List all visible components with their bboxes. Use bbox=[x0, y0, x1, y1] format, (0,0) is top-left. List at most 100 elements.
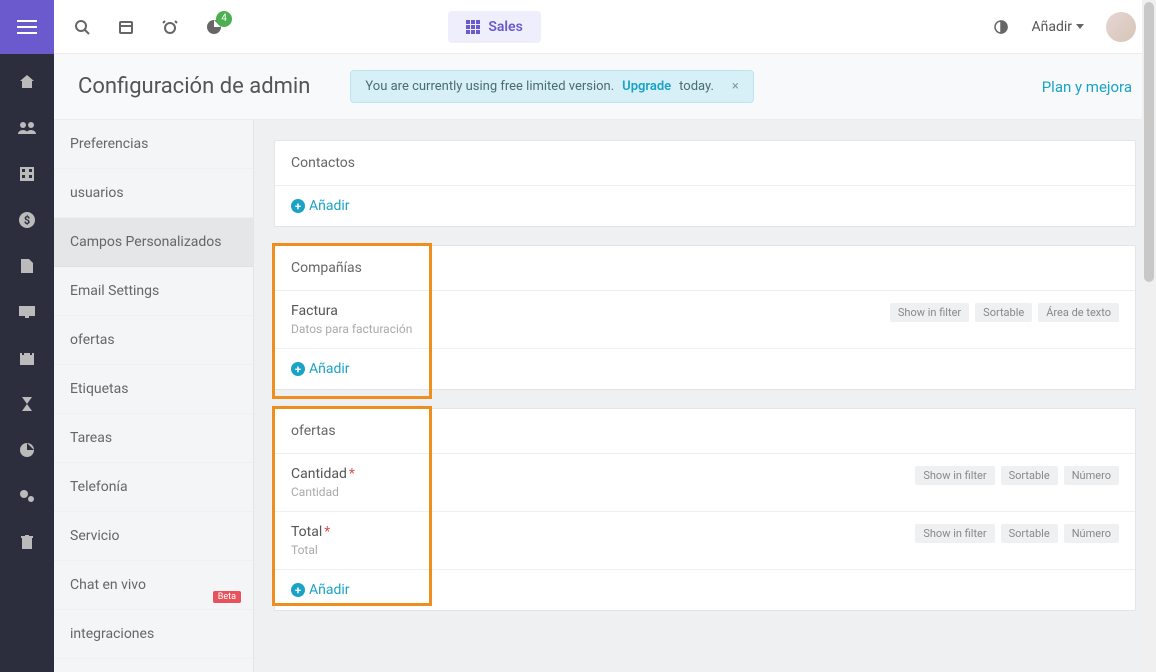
add-company-field[interactable]: +Añadir bbox=[275, 349, 1135, 389]
gears-icon bbox=[19, 489, 35, 503]
nav-calendar[interactable] bbox=[0, 340, 54, 376]
menu-toggle[interactable] bbox=[0, 0, 54, 54]
panel-ofertas: ofertas Cantidad* Cantidad Show in filte… bbox=[274, 408, 1136, 611]
sidebar-item-campos[interactable]: Campos Personalizados bbox=[54, 218, 253, 267]
add-menu[interactable]: Añadir bbox=[1031, 19, 1084, 35]
upgrade-link[interactable]: Upgrade bbox=[622, 79, 671, 94]
nav-docs[interactable] bbox=[0, 248, 54, 284]
pie-icon bbox=[20, 443, 34, 457]
sidebar-item-label: Preferencias bbox=[70, 136, 148, 152]
building-icon bbox=[20, 167, 34, 181]
trash-icon bbox=[21, 535, 33, 549]
topbar: 4 Sales Añadir bbox=[54, 0, 1156, 54]
tag: Número bbox=[1064, 524, 1119, 543]
alert-close[interactable]: × bbox=[732, 79, 739, 94]
sidebar-item-label: ofertas bbox=[70, 332, 115, 348]
calendar-button[interactable] bbox=[118, 19, 134, 35]
plan-link[interactable]: Plan y mejora bbox=[1042, 78, 1132, 96]
calendar-today-icon bbox=[118, 19, 134, 35]
tag: Show in filter bbox=[890, 303, 969, 322]
panel-header: Contactos bbox=[275, 141, 1135, 186]
plus-icon: + bbox=[291, 583, 305, 597]
tag: Sortable bbox=[1001, 524, 1058, 543]
add-offer-field[interactable]: + Añadir bbox=[275, 570, 1135, 610]
sidebar-item-label: integraciones bbox=[70, 626, 154, 642]
nav-trash[interactable] bbox=[0, 524, 54, 560]
sidebar-item-label: Campos Personalizados bbox=[70, 234, 222, 250]
nav-reports[interactable] bbox=[0, 432, 54, 468]
nav-cases[interactable] bbox=[0, 294, 54, 330]
hamburger-icon bbox=[17, 20, 37, 34]
required-marker: * bbox=[349, 466, 355, 482]
scrollbar-thumb[interactable] bbox=[1144, 2, 1154, 282]
reports-button[interactable]: 4 bbox=[206, 19, 222, 35]
add-contact-field[interactable]: +Añadir bbox=[275, 186, 1135, 226]
sidebar-item-ofertas[interactable]: ofertas bbox=[54, 316, 253, 365]
sidebar-item-label: Email Settings bbox=[70, 283, 159, 299]
topbar-right: Añadir bbox=[993, 12, 1136, 42]
nav-hourglass[interactable] bbox=[0, 386, 54, 422]
main-area: 4 Sales Añadir Configuración de admin Yo… bbox=[54, 0, 1156, 672]
sidebar-item-preferencias[interactable]: Preferencias bbox=[54, 120, 253, 169]
alarm-icon bbox=[162, 19, 178, 35]
field-desc: Total bbox=[291, 543, 330, 557]
alarm-button[interactable] bbox=[162, 19, 178, 35]
add-label: Añadir bbox=[309, 361, 350, 377]
tag: Sortable bbox=[1001, 466, 1058, 485]
alert-text-prefix: You are currently using free limited ver… bbox=[365, 79, 614, 94]
sidebar-item-label: Servicio bbox=[70, 528, 120, 544]
field-row-cantidad[interactable]: Cantidad* Cantidad Show in filter Sortab… bbox=[275, 454, 1135, 512]
field-name: Factura bbox=[291, 303, 412, 319]
svg-text:$: $ bbox=[24, 214, 30, 227]
upgrade-alert: You are currently using free limited ver… bbox=[350, 70, 753, 103]
sidebar-item-integraciones[interactable]: integraciones bbox=[54, 610, 253, 659]
scrollbar-track[interactable] bbox=[1142, 0, 1156, 672]
sidebar-item-label: Tareas bbox=[70, 430, 112, 446]
workspace-label: Sales bbox=[488, 19, 522, 35]
monitor-icon bbox=[19, 306, 35, 318]
workspace-switcher[interactable]: Sales bbox=[448, 11, 540, 43]
caret-down-icon bbox=[1076, 24, 1084, 29]
beta-badge: Beta bbox=[213, 591, 241, 603]
settings-sidebar: Preferencias usuarios Campos Personaliza… bbox=[54, 120, 254, 672]
field-info: Factura Datos para facturación bbox=[291, 303, 412, 336]
panel-header: Compañías bbox=[275, 246, 1135, 291]
field-row-total[interactable]: Total* Total Show in filter Sortable Núm… bbox=[275, 512, 1135, 570]
sidebar-item-tareas[interactable]: Tareas bbox=[54, 414, 253, 463]
sidebar-item-servicio[interactable]: Servicio bbox=[54, 512, 253, 561]
sidebar-item-chat[interactable]: Chat en vivo Beta bbox=[54, 561, 253, 610]
nav-settings[interactable] bbox=[0, 478, 54, 514]
hourglass-icon bbox=[22, 397, 32, 411]
nav-contacts[interactable] bbox=[0, 110, 54, 146]
search-button[interactable] bbox=[74, 19, 90, 35]
add-label: Añadir bbox=[309, 582, 350, 598]
nav-companies[interactable] bbox=[0, 156, 54, 192]
sidebar-item-telefonia[interactable]: Telefonía bbox=[54, 463, 253, 512]
sidebar-item-usuarios[interactable]: usuarios bbox=[54, 169, 253, 218]
tag: Show in filter bbox=[915, 466, 994, 485]
tag: Área de texto bbox=[1038, 303, 1119, 322]
nav-home[interactable] bbox=[0, 64, 54, 100]
dollar-icon: $ bbox=[19, 212, 35, 228]
sidebar-item-label: Telefonía bbox=[70, 479, 128, 495]
nav-deals[interactable]: $ bbox=[0, 202, 54, 238]
panel-contactos: Contactos +Añadir bbox=[274, 140, 1136, 227]
field-name: Total* bbox=[291, 524, 330, 540]
field-tags: Show in filter Sortable Número bbox=[915, 466, 1119, 485]
icon-sidebar: $ bbox=[0, 0, 54, 672]
panel-companias: Compañías Factura Datos para facturación… bbox=[274, 245, 1136, 390]
field-desc: Cantidad bbox=[291, 485, 355, 499]
body: Preferencias usuarios Campos Personaliza… bbox=[54, 120, 1156, 672]
sidebar-item-label: Chat en vivo bbox=[70, 577, 146, 593]
sidebar-item-label: usuarios bbox=[70, 185, 124, 201]
sidebar-item-email[interactable]: Email Settings bbox=[54, 267, 253, 316]
field-name: Cantidad* bbox=[291, 466, 355, 482]
field-row-factura[interactable]: Factura Datos para facturación Show in f… bbox=[275, 291, 1135, 349]
field-tags: Show in filter Sortable Número bbox=[915, 524, 1119, 543]
user-avatar[interactable] bbox=[1106, 12, 1136, 42]
sidebar-item-label: Etiquetas bbox=[70, 381, 128, 397]
theme-toggle[interactable] bbox=[993, 19, 1009, 35]
page-header: Configuración de admin You are currently… bbox=[54, 54, 1156, 120]
sidebar-item-etiquetas[interactable]: Etiquetas bbox=[54, 365, 253, 414]
contrast-icon bbox=[993, 19, 1009, 35]
